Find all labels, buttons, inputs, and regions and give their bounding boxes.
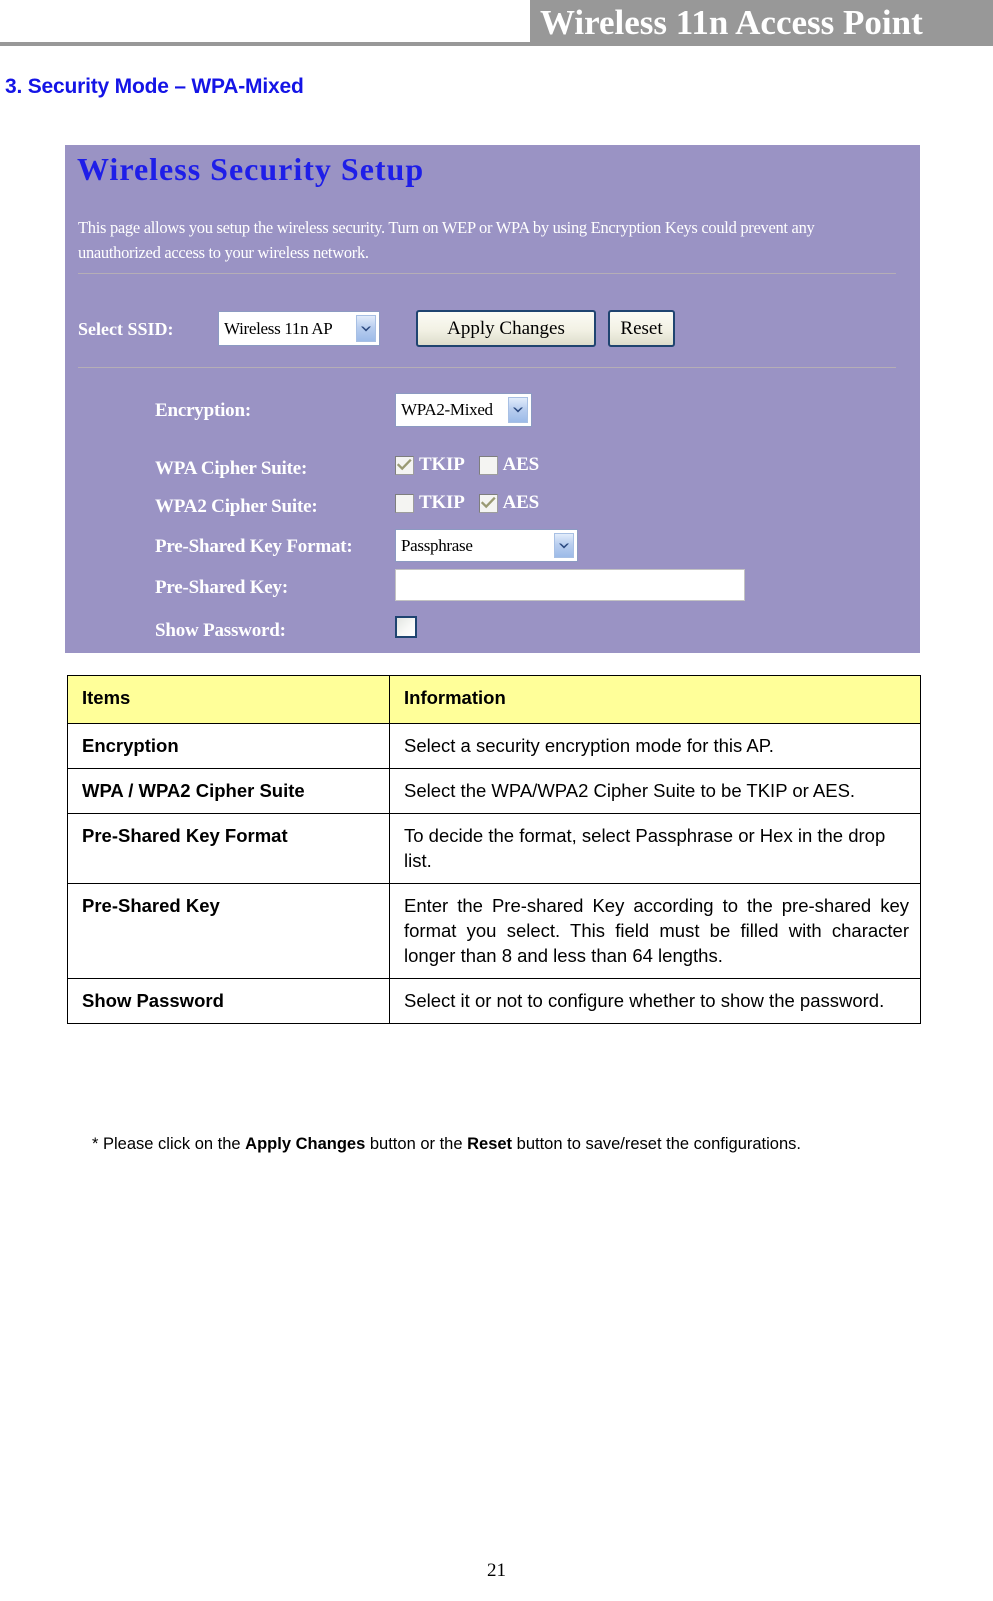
checkbox-box [478,493,498,513]
wpa2-cipher-suite-checkbox-group: TKIP AES [395,492,539,514]
items-information-table: Items Information Encryption Select a se… [67,675,921,1024]
apply-changes-button-label: Apply Changes [447,317,565,339]
pre-shared-key-format-value: Passphrase [401,535,473,555]
table-row: Show Password Select it or not to config… [67,978,921,1024]
table-header-items: Items [67,675,390,724]
pre-shared-key-format-row: Pre-Shared Key Format: Passphrase [78,528,908,568]
page-header-title: Wireless 11n Access Point [540,3,923,42]
table-cell-item: Pre-Shared Key [67,883,390,979]
reset-button-label: Reset [620,317,663,339]
encryption-label: Encryption: [155,400,251,421]
wpa-cipher-aes-label: AES [502,454,540,475]
select-ssid-row: Select SSID: Wireless 11n AP Apply Chang… [78,305,908,351]
checkbox-box [395,493,414,513]
pre-shared-key-label: Pre-Shared Key: [155,577,288,598]
table-row: Pre-Shared Key Enter the Pre-shared Key … [67,883,921,979]
footnote: * Please click on the Apply Changes butt… [92,1135,922,1154]
wpa2-cipher-aes-checkbox[interactable]: AES [478,492,540,514]
page-header: Wireless 11n Access Point [0,0,993,46]
wpa-cipher-tkip-label: TKIP [419,454,465,475]
table-row: Encryption Select a security encryption … [67,723,921,769]
footnote-apply-label: Apply Changes [245,1135,366,1153]
table-row: WPA / WPA2 Cipher Suite Select the WPA/W… [67,768,921,814]
panel-divider-bottom [78,367,896,368]
ssid-select-value: Wireless 11n AP [224,318,333,338]
check-icon [480,497,496,509]
footnote-middle: button or the [365,1135,468,1153]
table-cell-info: Enter the Pre-shared Key according to th… [389,883,921,979]
wpa-cipher-suite-label: WPA Cipher Suite: [155,458,308,479]
chevron-down-icon [508,397,528,423]
apply-changes-button[interactable]: Apply Changes [416,310,596,347]
pre-shared-key-format-select[interactable]: Passphrase [395,529,578,562]
show-password-checkbox[interactable] [395,616,417,638]
table-cell-info: Select it or not to configure whether to… [389,978,921,1024]
chevron-down-icon [356,315,376,342]
pre-shared-key-input[interactable] [395,569,745,601]
wpa2-cipher-tkip-label: TKIP [419,492,465,513]
wireless-security-setup-panel: Wireless Security Setup This page allows… [65,145,920,653]
wpa2-cipher-aes-label: AES [502,492,540,513]
wpa2-cipher-suite-row: WPA2 Cipher Suite: TKIP AES [78,488,908,528]
footnote-prefix: * Please click on the [92,1135,246,1153]
header-divider-rule [0,42,535,46]
checkbox-box [478,455,498,475]
select-ssid-label: Select SSID: [78,319,174,339]
table-cell-info: To decide the format, select Passphrase … [389,813,921,884]
footnote-suffix: button to save/reset the configurations. [512,1135,801,1153]
ssid-select[interactable]: Wireless 11n AP [218,311,380,346]
page-number: 21 [487,1560,506,1581]
wpa2-cipher-tkip-checkbox[interactable]: TKIP [395,492,465,514]
pre-shared-key-format-label: Pre-Shared Key Format: [155,536,353,557]
table-cell-item: Encryption [67,723,390,769]
encryption-select[interactable]: WPA2-Mixed [395,393,532,427]
wpa2-cipher-suite-label: WPA2 Cipher Suite: [155,496,318,517]
table-row: Pre-Shared Key Format To decide the form… [67,813,921,884]
show-password-row: Show Password: [78,612,908,652]
encryption-select-value: WPA2-Mixed [401,400,493,419]
checkbox-box [395,455,414,475]
wpa-cipher-aes-checkbox[interactable]: AES [478,454,540,476]
check-icon [397,459,412,471]
show-password-label: Show Password: [155,620,286,641]
wpa-cipher-tkip-checkbox[interactable]: TKIP [395,454,465,476]
table-cell-item: Pre-Shared Key Format [67,813,390,884]
panel-title: Wireless Security Setup [77,151,425,187]
wpa-cipher-suite-row: WPA Cipher Suite: TKIP AES [78,450,908,490]
pre-shared-key-row: Pre-Shared Key: [78,569,908,609]
chevron-down-icon [554,533,574,558]
table-header-row: Items Information [67,675,921,724]
wpa-cipher-suite-checkbox-group: TKIP AES [395,454,539,476]
table-cell-item: Show Password [67,978,390,1024]
section-heading: 3. Security Mode – WPA-Mixed [5,75,304,98]
table-cell-info: Select a security encryption mode for th… [389,723,921,769]
table-cell-info: Select the WPA/WPA2 Cipher Suite to be T… [389,768,921,814]
reset-button[interactable]: Reset [608,310,675,347]
panel-description: This page allows you setup the wireless … [78,218,815,262]
table-cell-item: WPA / WPA2 Cipher Suite [67,768,390,814]
panel-divider-top [78,273,896,274]
footnote-reset-label: Reset [467,1135,513,1153]
table-header-information: Information [389,675,921,724]
encryption-row: Encryption: WPA2-Mixed [78,392,908,432]
